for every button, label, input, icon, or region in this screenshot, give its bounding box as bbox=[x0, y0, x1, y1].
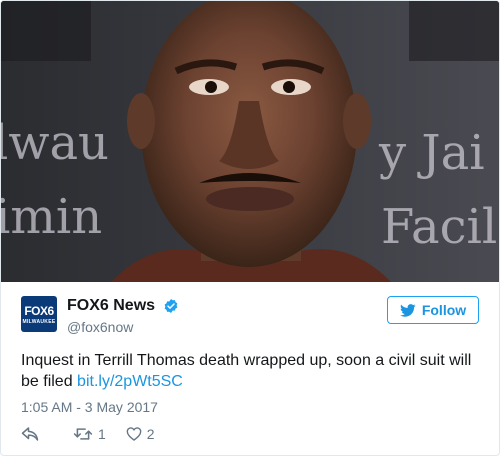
author-display-name[interactable]: FOX6 News bbox=[67, 297, 155, 315]
tweet-text: Inquest in Terrill Thomas death wrapped … bbox=[21, 350, 485, 392]
tweet-media-image[interactable]: lwau imin y Jai Facil bbox=[1, 1, 499, 282]
retweet-button[interactable]: 1 bbox=[73, 426, 106, 442]
follow-button-label: Follow bbox=[421, 302, 467, 318]
bg-text-right-bottom: Facil bbox=[381, 199, 497, 255]
author-info[interactable]: FOX6 News @fox6now bbox=[67, 297, 179, 335]
twitter-bird-icon bbox=[399, 303, 416, 317]
avatar[interactable]: FOX6 MILWAUKEE bbox=[21, 296, 57, 332]
author-handle[interactable]: @fox6now bbox=[67, 319, 179, 335]
tweet-header: FOX6 MILWAUKEE FOX6 News @fox6now Follow bbox=[21, 294, 479, 338]
like-count: 2 bbox=[146, 426, 155, 442]
heart-icon bbox=[126, 427, 142, 441]
bg-text-left-top: lwau bbox=[1, 115, 109, 171]
tweet-actions: 1 2 bbox=[21, 425, 155, 443]
avatar-brand-text: FOX6 bbox=[24, 304, 54, 318]
tweet-card: lwau imin y Jai Facil FOX6 MILWAUKEE FOX… bbox=[0, 0, 500, 456]
tweet-link[interactable]: bit.ly/2pWt5SC bbox=[77, 373, 183, 390]
reply-icon bbox=[21, 427, 39, 441]
tweet-timestamp[interactable]: 1:05 AM - 3 May 2017 bbox=[21, 399, 158, 415]
bg-text-right-top: y Jai bbox=[378, 125, 485, 181]
bg-text-left-bottom: imin bbox=[1, 189, 102, 245]
mugshot-photo: lwau imin y Jai Facil bbox=[1, 1, 499, 282]
verified-badge-icon bbox=[165, 299, 178, 313]
like-button[interactable]: 2 bbox=[126, 426, 155, 442]
retweet-count: 1 bbox=[98, 426, 106, 442]
avatar-sub-text: MILWAUKEE bbox=[22, 319, 56, 325]
follow-button[interactable]: Follow bbox=[387, 296, 479, 324]
reply-button[interactable] bbox=[21, 426, 39, 442]
retweet-icon bbox=[73, 428, 93, 440]
